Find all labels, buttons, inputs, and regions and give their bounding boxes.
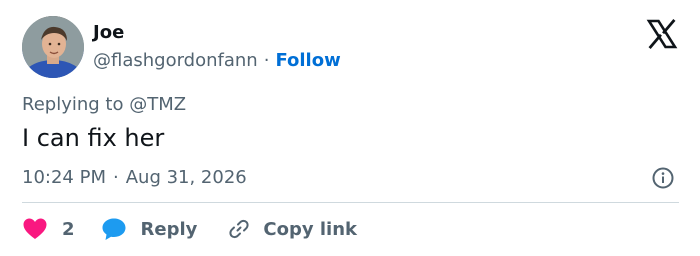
reply-label: Reply [140,218,198,240]
like-count: 2 [62,218,75,240]
speech-bubble-icon [102,218,126,240]
like-button[interactable]: 2 [22,217,75,241]
heart-icon [23,218,47,239]
action-bar: 2 Reply Copy link [22,214,357,244]
tweet-text: I can fix her [22,124,165,152]
handle-separator: · [263,50,270,71]
tweet-time[interactable]: 10:24 PM [22,167,106,188]
copy-link-label: Copy link [263,218,357,240]
avatar-image [22,16,84,78]
author-name[interactable]: Joe [93,22,124,43]
timestamp[interactable]: 10:24 PM · Aug 31, 2026 [22,167,247,188]
avatar[interactable] [22,16,84,78]
tweet-date[interactable]: Aug 31, 2026 [126,167,247,188]
x-logo-icon[interactable] [646,18,678,50]
replying-to: Replying to @TMZ [22,94,186,115]
link-icon [229,219,249,239]
follow-button[interactable]: Follow [275,50,340,71]
copy-link-button[interactable]: Copy link [227,217,357,241]
handle-line: @flashgordonfann · Follow [93,50,341,71]
reply-button[interactable]: Reply [101,217,198,241]
date-separator: · [112,167,119,188]
replying-prefix: Replying to [22,94,124,115]
replying-mention[interactable]: @TMZ [129,94,186,115]
divider [22,202,679,203]
info-icon[interactable] [651,166,675,190]
author-handle[interactable]: @flashgordonfann [93,50,258,71]
